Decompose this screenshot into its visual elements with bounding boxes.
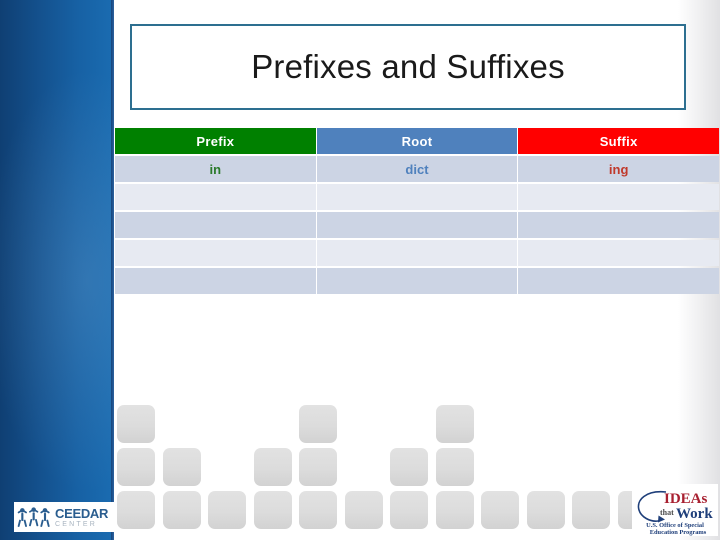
prefix-root-suffix-table: Prefix Root Suffix in dict ing [114,126,720,296]
decorative-square [299,448,337,486]
decorative-square [435,405,474,443]
decorative-square [344,491,383,529]
decorative-square [117,491,155,529]
table-row [115,268,719,294]
cell-prefix [115,184,316,210]
cell-suffix [518,184,719,210]
cell-prefix [115,212,316,238]
ceedar-name: CEEDAR [55,505,109,521]
cell-suffix: ing [518,156,719,182]
cell-root [316,268,518,294]
ideas-that-work-logo: IDEAs that Work U.S. Office of Special E… [632,484,718,536]
decorative-square [435,491,474,529]
cell-suffix [518,240,719,266]
cell-prefix [115,268,316,294]
decorative-square [162,448,201,486]
title-box: Prefixes and Suffixes [130,24,686,110]
left-blue-band [0,0,111,540]
decorative-square [253,448,292,486]
decorative-squares-pattern [117,403,720,538]
table-header-row: Prefix Root Suffix [115,128,719,154]
cell-root [316,240,518,266]
decorative-square [299,491,337,529]
decorative-square [572,491,610,529]
that-word: that [660,508,674,517]
decorative-square [390,448,428,486]
table-row [115,212,719,238]
decorative-square [208,491,246,529]
cell-root [316,212,518,238]
decorative-square [435,448,474,486]
table-body: in dict ing [115,156,719,294]
cell-suffix [518,268,719,294]
decorative-square [117,405,155,443]
ceedar-wordmark: CEEDAR CENTER [55,507,108,528]
decorative-square [481,491,519,529]
decorative-square [117,448,155,486]
ceedar-center-logo: CEEDAR CENTER [14,502,114,532]
agency-line-2: Education Programs [650,529,707,536]
decorative-square [299,405,337,443]
table-header: Prefix Root Suffix [115,128,719,154]
agency-line-1: U.S. Office of Special [646,522,704,529]
three-people-icon [17,507,50,527]
cell-prefix: in [115,156,316,182]
slide-canvas: Prefixes and Suffixes Prefix Root Suffix… [0,0,720,540]
table-row [115,184,719,210]
cell-prefix [115,240,316,266]
table-row [115,240,719,266]
column-header-root: Root [316,128,518,154]
page-title: Prefixes and Suffixes [251,48,565,85]
cell-suffix [518,212,719,238]
table-row: in dict ing [115,156,719,182]
ceedar-subtitle: CENTER [55,520,97,528]
decorative-square [162,491,201,529]
decorative-square [253,491,292,529]
column-header-suffix: Suffix [518,128,719,154]
decorative-square [526,491,565,529]
work-word: Work [676,506,713,522]
column-header-prefix: Prefix [115,128,316,154]
ideas-that-work-mark: IDEAs that Work U.S. Office of Special E… [637,490,713,536]
ideas-word: IDEAs [664,491,708,507]
decorative-square [390,491,428,529]
cell-root: dict [316,156,518,182]
cell-root [316,184,518,210]
